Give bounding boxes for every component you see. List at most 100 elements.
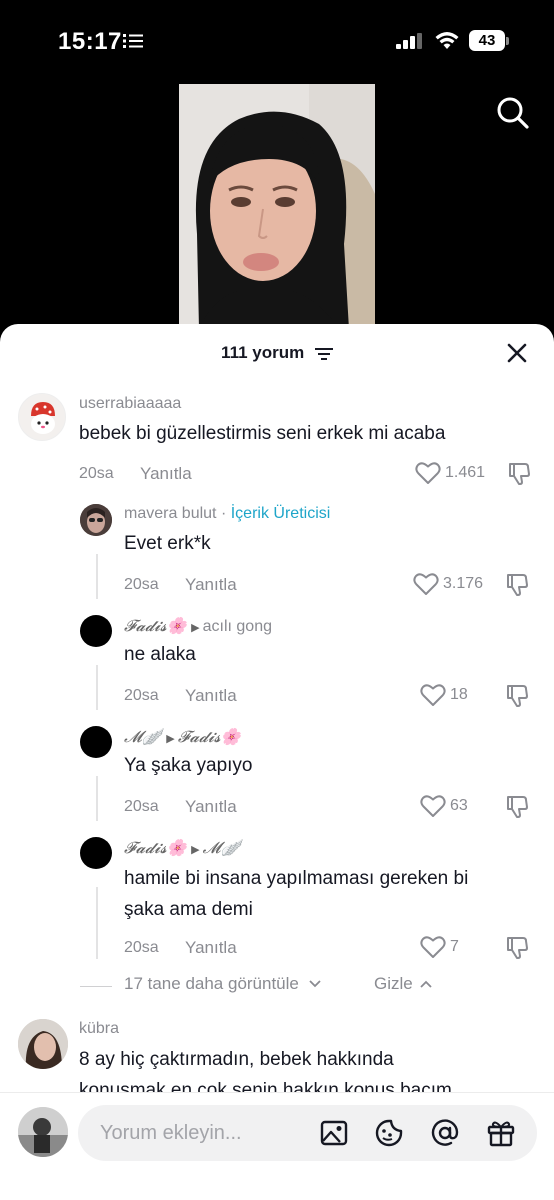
status-bar: 15:17 43 [0,0,554,84]
replies-controls: 17 tane daha görüntüle Gizle [0,974,554,1004]
comment-username[interactable]: kübra [79,1020,119,1038]
dislike-icon[interactable] [505,683,531,709]
comment-time: 20sa [124,798,159,815]
avatar[interactable] [80,726,112,758]
reply-button[interactable]: Yanıtla [185,938,237,958]
avatar[interactable] [18,1019,68,1069]
view-more-replies-button[interactable]: 17 tane daha görüntüle [124,974,322,994]
reply-username[interactable]: 𝓜🪽 [124,729,162,746]
reply-arrow-icon: ▶ [166,733,178,745]
comment-text: bebek bi güzellestirmis seni erkek mi ac… [79,423,446,444]
video-thumbnail[interactable] [179,84,375,329]
reply-username[interactable]: 𝓕𝓪𝓭𝓲𝓼🌸 [124,840,187,857]
comment-time: 20sa [79,465,114,482]
like-count: 63 [450,797,468,814]
reply-to-username[interactable]: 𝓕𝓪𝓭𝓲𝓼🌸 [178,729,241,746]
comment-count-label: 111 yorum [221,343,305,362]
separator-dot: · [220,505,231,522]
dislike-icon[interactable] [505,794,531,820]
avatar[interactable] [80,837,112,869]
reply-button[interactable]: Yanıtla [140,464,192,484]
search-icon[interactable] [496,96,530,130]
list-icon [123,34,143,48]
like-button[interactable]: 3.176 [413,572,483,596]
comment-text-line1: 8 ay hiç çaktırmadın, bebek hakkında [79,1049,394,1070]
chevron-up-icon [420,980,433,988]
reply-button[interactable]: Yanıtla [185,797,237,817]
comment-item: kübra 8 ay hiç çaktırmadın, bebek hakkın… [0,1014,554,1104]
comment-count-header[interactable]: 111 yorum [0,343,554,363]
heart-icon [413,573,439,595]
heart-icon [415,462,441,484]
reply-username[interactable]: 𝓕𝓪𝓭𝓲𝓼🌸 [124,618,187,635]
comment-username[interactable]: userrabiaaaaa [79,395,181,413]
reply-item: mavera bulut · İçerik Üreticisi Evet erk… [0,498,554,609]
like-button[interactable]: 63 [420,794,468,818]
avatar[interactable] [80,504,112,536]
comments-sheet: 111 yorum userrabiaaaaa bebek bi güzelle… [0,324,554,1200]
heart-icon [420,936,446,958]
comment-username[interactable]: 𝓜🪽 ▶ 𝓕𝓪𝓭𝓲𝓼🌸 [124,727,240,747]
comment-username[interactable]: 𝓕𝓪𝓭𝓲𝓼🌸 ▶ acılı gong [124,616,272,636]
filter-icon[interactable] [314,347,333,361]
like-button[interactable]: 1.461 [415,461,485,485]
comment-text: Ya şaka yapıyo [124,755,253,776]
signal-icon [396,33,422,49]
video-frame-illustration [179,84,375,329]
reply-to-username[interactable]: 𝓜🪽 [203,840,241,857]
battery-icon: 43 [469,30,505,51]
video-area[interactable] [0,84,554,329]
dislike-icon[interactable] [505,572,531,598]
gift-icon[interactable] [486,1118,516,1148]
comment-username[interactable]: mavera bulut · İçerik Üreticisi [124,505,330,523]
like-count: 1.461 [445,464,486,481]
reply-button[interactable]: Yanıtla [185,575,237,595]
reply-arrow-icon: ▶ [191,622,203,634]
reply-arrow-icon: ▶ [191,844,203,856]
hide-label: Gizle [374,974,413,993]
battery-tip [506,37,509,45]
strawberry-avatar-icon [31,402,55,434]
comment-time: 20sa [124,576,159,593]
comment-item: userrabiaaaaa bebek bi güzellestirmis se… [0,388,554,498]
comment-time: 20sa [124,939,159,956]
like-button[interactable]: 18 [420,683,468,707]
comment-input-container[interactable] [78,1105,537,1161]
heart-icon [420,684,446,706]
like-count: 3.176 [443,575,484,592]
like-button[interactable]: 7 [420,935,459,959]
thread-line [96,776,98,821]
dislike-icon[interactable] [505,935,531,961]
like-count: 18 [450,686,468,703]
photo-avatar-icon [80,504,112,536]
reply-button[interactable]: Yanıtla [185,686,237,706]
comment-text: Evet erk*k [124,533,211,554]
photo-avatar-icon [18,1019,68,1069]
thread-line [96,665,98,710]
reply-username[interactable]: mavera bulut [124,505,217,522]
more-divider [80,986,112,987]
reply-item: 𝓕𝓪𝓭𝓲𝓼🌸 ▶ 𝓜🪽 hamile bi insana yapılmaması… [0,831,554,974]
thread-line [96,887,98,959]
emoji-icon[interactable] [374,1118,404,1148]
mention-icon[interactable] [430,1118,460,1148]
status-time: 15:17 [58,28,122,55]
comment-time: 20sa [124,687,159,704]
thread-line [96,554,98,599]
photo-avatar-icon [18,1107,68,1157]
comment-text-line1: hamile bi insana yapılmaması gereken bi [124,868,469,889]
avatar[interactable] [80,615,112,647]
dislike-icon[interactable] [507,461,533,487]
comment-username[interactable]: 𝓕𝓪𝓭𝓲𝓼🌸 ▶ 𝓜🪽 [124,838,240,858]
comment-text-line2: şaka ama demi [124,899,253,920]
comment-text: ne alaka [124,644,196,665]
image-icon[interactable] [320,1119,348,1147]
avatar[interactable] [18,393,66,441]
reply-item: 𝓜🪽 ▶ 𝓕𝓪𝓭𝓲𝓼🌸 Ya şaka yapıyo 20sa Yanıtla … [0,720,554,831]
close-icon[interactable] [506,342,528,364]
comment-input-bar [0,1092,554,1200]
comment-input[interactable] [100,1105,310,1161]
my-avatar[interactable] [18,1107,68,1157]
hide-replies-button[interactable]: Gizle [374,974,433,994]
reply-to-username[interactable]: acılı gong [203,618,272,635]
